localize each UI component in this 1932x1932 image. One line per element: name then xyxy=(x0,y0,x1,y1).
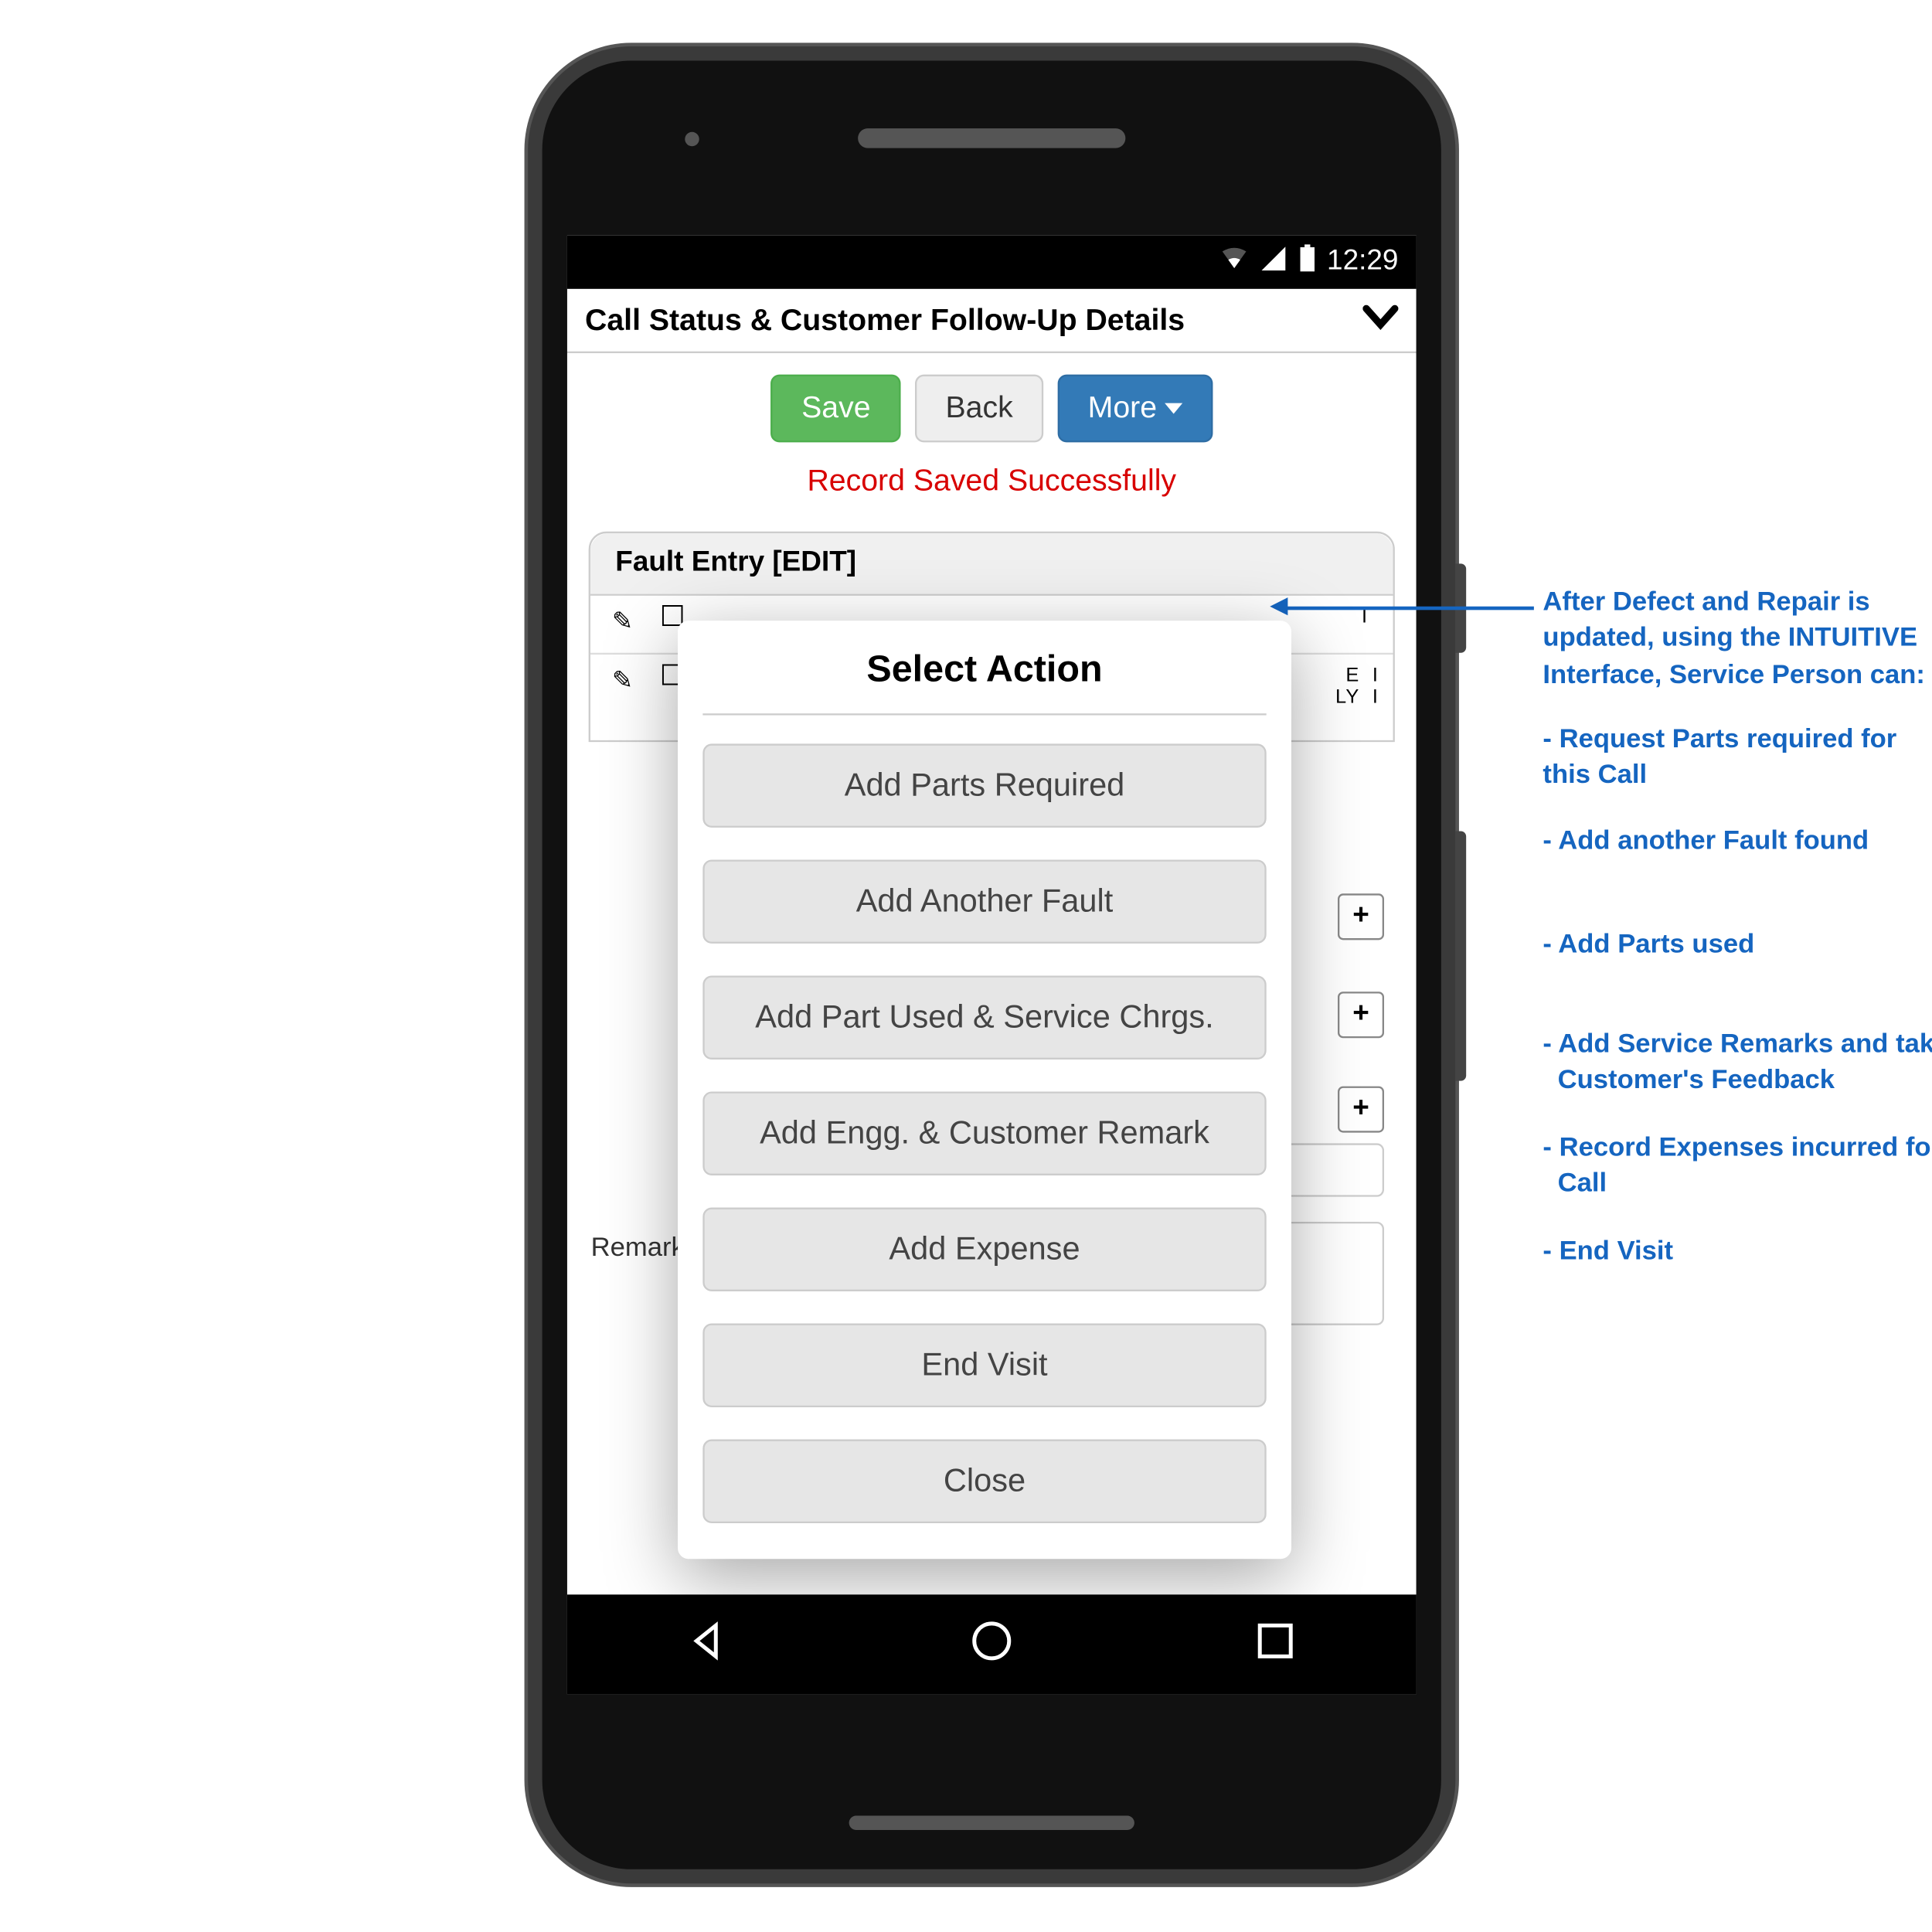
edit-icon[interactable]: ✎ xyxy=(597,607,648,642)
app-content: Call Status & Customer Follow-Up Details… xyxy=(567,289,1417,1594)
status-time: 12:29 xyxy=(1327,247,1398,279)
plus-button[interactable]: + xyxy=(1338,992,1384,1038)
fault-panel-title: Fault Entry [EDIT] xyxy=(590,533,1393,596)
annotation-item: - Record Expenses incurred for this Call xyxy=(1543,1131,1932,1202)
more-button[interactable]: More xyxy=(1057,375,1212,443)
section-title: Call Status & Customer Follow-Up Details xyxy=(585,302,1185,338)
nav-recent-icon[interactable] xyxy=(1251,1617,1298,1672)
action-add-parts-required[interactable]: Add Parts Required xyxy=(702,743,1266,827)
android-nav-bar xyxy=(567,1594,1417,1694)
android-status-bar: 12:29 xyxy=(567,236,1417,289)
nav-back-icon[interactable] xyxy=(685,1617,732,1672)
annotation-lead: After Defect and Repair is updated, usin… xyxy=(1543,585,1931,693)
save-button[interactable]: Save xyxy=(771,375,901,443)
back-button[interactable]: Back xyxy=(915,375,1043,443)
action-add-part-used[interactable]: Add Part Used & Service Chrgs. xyxy=(702,975,1266,1059)
section-header[interactable]: Call Status & Customer Follow-Up Details xyxy=(567,289,1417,353)
bottom-speaker xyxy=(849,1816,1134,1830)
front-camera xyxy=(685,132,699,146)
screen: 12:29 Call Status & Customer Follow-Up D… xyxy=(567,236,1417,1695)
action-add-remark[interactable]: Add Engg. & Customer Remark xyxy=(702,1091,1266,1175)
annotation-item: - Add Service Remarks and take Customer'… xyxy=(1543,1027,1932,1099)
edit-icon[interactable]: ✎ xyxy=(597,665,648,730)
select-action-dialog: Select Action Add Parts Required Add Ano… xyxy=(678,621,1291,1559)
cellular-signal-icon xyxy=(1259,243,1287,281)
phone-volume-button xyxy=(1455,832,1466,1081)
plus-button[interactable]: + xyxy=(1338,893,1384,940)
annotation-arrow xyxy=(1284,607,1534,611)
annotation-item: - Add another Fault found xyxy=(1543,824,1869,860)
action-add-another-fault[interactable]: Add Another Fault xyxy=(702,859,1266,943)
earpiece xyxy=(858,128,1125,148)
nav-home-icon[interactable] xyxy=(968,1617,1015,1672)
battery-icon xyxy=(1298,243,1316,281)
action-end-visit[interactable]: End Visit xyxy=(702,1324,1266,1407)
annotation-item: - Request Parts required for this Call xyxy=(1543,723,1931,794)
dialog-title: Select Action xyxy=(702,649,1266,715)
arrow-head-icon xyxy=(1270,597,1287,615)
wifi-icon xyxy=(1220,243,1249,281)
annotation-item: - Add Parts used xyxy=(1543,927,1754,964)
caret-down-icon xyxy=(1164,403,1182,414)
annotation-item: - End Visit xyxy=(1543,1234,1673,1270)
phone-frame: 12:29 Call Status & Customer Follow-Up D… xyxy=(528,46,1455,1883)
action-add-expense[interactable]: Add Expense xyxy=(702,1208,1266,1291)
plus-button[interactable]: + xyxy=(1338,1087,1384,1133)
flash-message: Record Saved Successfully xyxy=(567,457,1417,517)
action-close[interactable]: Close xyxy=(702,1440,1266,1523)
toolbar: Save Back More xyxy=(567,353,1417,457)
chevron-down-icon xyxy=(1362,300,1398,341)
